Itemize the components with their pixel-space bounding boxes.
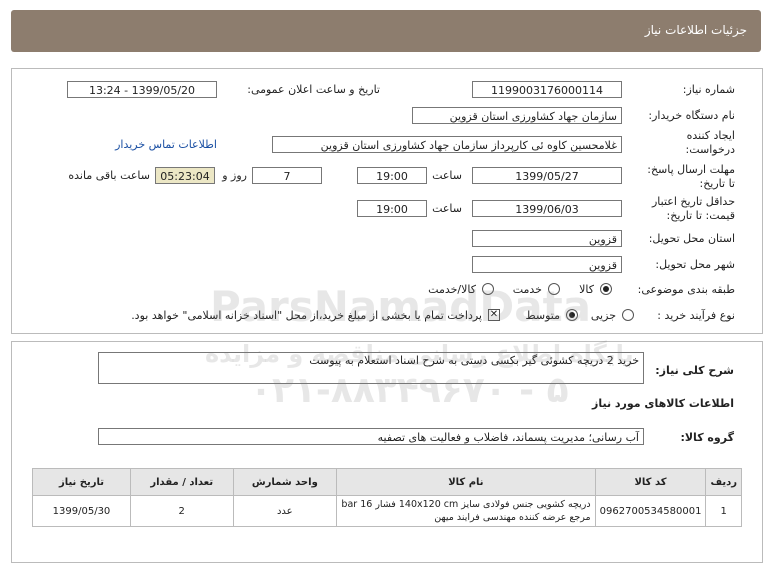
cell-date: 1399/05/30 xyxy=(32,495,131,527)
category-option-both: کالا/خدمت xyxy=(428,283,476,296)
validity-time-label: ساعت xyxy=(432,202,462,215)
goods-table-header: ردیف کد کالا نام کالا واحد شمارش تعداد /… xyxy=(32,468,742,496)
payment-note: پرداخت تمام یا بخشی از مبلغ خرید،از محل … xyxy=(131,309,482,322)
category-radio-both[interactable] xyxy=(482,283,494,295)
validity-label: حداقل تاریخ اعتبار قیمت: تا تاریخ: xyxy=(651,195,735,222)
table-row: 1 0962700534580001 دریچه کشویی جنس فولاد… xyxy=(32,495,742,527)
category-option-service: خدمت xyxy=(512,283,542,296)
province-field: قزوین xyxy=(472,230,622,247)
col-name: نام کالا xyxy=(336,468,596,496)
details-panel: شماره نیاز: 1199003176000114 تاریخ و ساع… xyxy=(11,68,763,334)
remaining-label: ساعت باقی مانده xyxy=(68,169,150,182)
col-code: کد کالا xyxy=(594,468,707,496)
col-qty: تعداد / مقدار xyxy=(129,468,234,496)
summary-field: خرید 2 دریچه کشوئی گیر بکسی دستی به شرح … xyxy=(98,352,644,384)
payment-checkbox[interactable]: ✕ xyxy=(488,309,500,321)
page-title: جزئیات اطلاعات نیاز xyxy=(644,23,747,37)
col-unit: واحد شمارش xyxy=(232,468,338,496)
goods-group-field: آب رسانی؛ مدیریت پسماند، فاضلاب و فعالیت… xyxy=(98,428,644,445)
category-option-goods: کالا xyxy=(579,283,594,296)
process-label: نوع فرآیند خرید : xyxy=(657,309,735,322)
col-row: ردیف xyxy=(705,468,742,496)
summary-label: شرح کلی نیاز: xyxy=(655,364,734,377)
need-number-label: شماره نیاز: xyxy=(682,83,735,96)
process-radio-medium[interactable] xyxy=(566,309,578,321)
need-number-field: 1199003176000114 xyxy=(472,81,622,98)
goods-section-title: اطلاعات کالاهای مورد نیاز xyxy=(592,397,734,410)
col-date: تاریخ نیاز xyxy=(32,468,131,496)
deadline-time-field: 19:00 xyxy=(357,167,427,184)
creator-field: غلامحسین کاوه ئی کارپرداز سازمان جهاد کش… xyxy=(272,136,622,153)
creator-label: ایجاد کننده درخواست: xyxy=(685,129,735,156)
summary-panel: شرح کلی نیاز: خرید 2 دریچه کشوئی گیر بکس… xyxy=(11,341,763,563)
contact-buyer-link[interactable]: اطلاعات تماس خریدار xyxy=(115,138,217,151)
process-option-minor: جزیی xyxy=(590,309,616,322)
province-label: استان محل تحویل: xyxy=(648,232,735,245)
category-radio-service[interactable] xyxy=(548,283,560,295)
buyer-label: نام دستگاه خریدار: xyxy=(648,109,735,122)
announce-field: 1399/05/20 - 13:24 xyxy=(67,81,217,98)
validity-time-field: 19:00 xyxy=(357,200,427,217)
process-radio-minor[interactable] xyxy=(622,309,634,321)
cell-unit: عدد xyxy=(232,495,338,527)
deadline-date-field: 1399/05/27 xyxy=(472,167,622,184)
city-label: شهر محل تحویل: xyxy=(655,258,735,271)
category-radio-goods[interactable] xyxy=(600,283,612,295)
cell-code: 0962700534580001 xyxy=(594,495,707,527)
cell-row: 1 xyxy=(705,495,742,527)
announce-label: تاریخ و ساعت اعلان عمومی: xyxy=(247,83,380,96)
process-option-medium: متوسط xyxy=(525,309,560,322)
city-field: قزوین xyxy=(472,256,622,273)
days-field: 7 xyxy=(252,167,322,184)
days-label: روز و xyxy=(222,169,247,182)
category-label: طبقه بندی موضوعی: xyxy=(637,283,735,296)
page-header: جزئیات اطلاعات نیاز xyxy=(11,10,761,52)
validity-date-field: 1399/06/03 xyxy=(472,200,622,217)
goods-table: ردیف کد کالا نام کالا واحد شمارش تعداد /… xyxy=(32,468,742,527)
cell-qty: 2 xyxy=(129,495,234,527)
deadline-label: مهلت ارسال پاسخ: تا تاریخ: xyxy=(647,163,735,190)
cell-name: دریچه کشویی جنس فولادی سایز 140x120 cm ف… xyxy=(336,495,596,527)
buyer-field: سازمان جهاد کشاورزی استان قزوین xyxy=(412,107,622,124)
goods-group-label: گروه کالا: xyxy=(680,431,734,444)
deadline-time-label: ساعت xyxy=(432,169,462,182)
remaining-time-field: 05:23:04 xyxy=(155,167,215,184)
